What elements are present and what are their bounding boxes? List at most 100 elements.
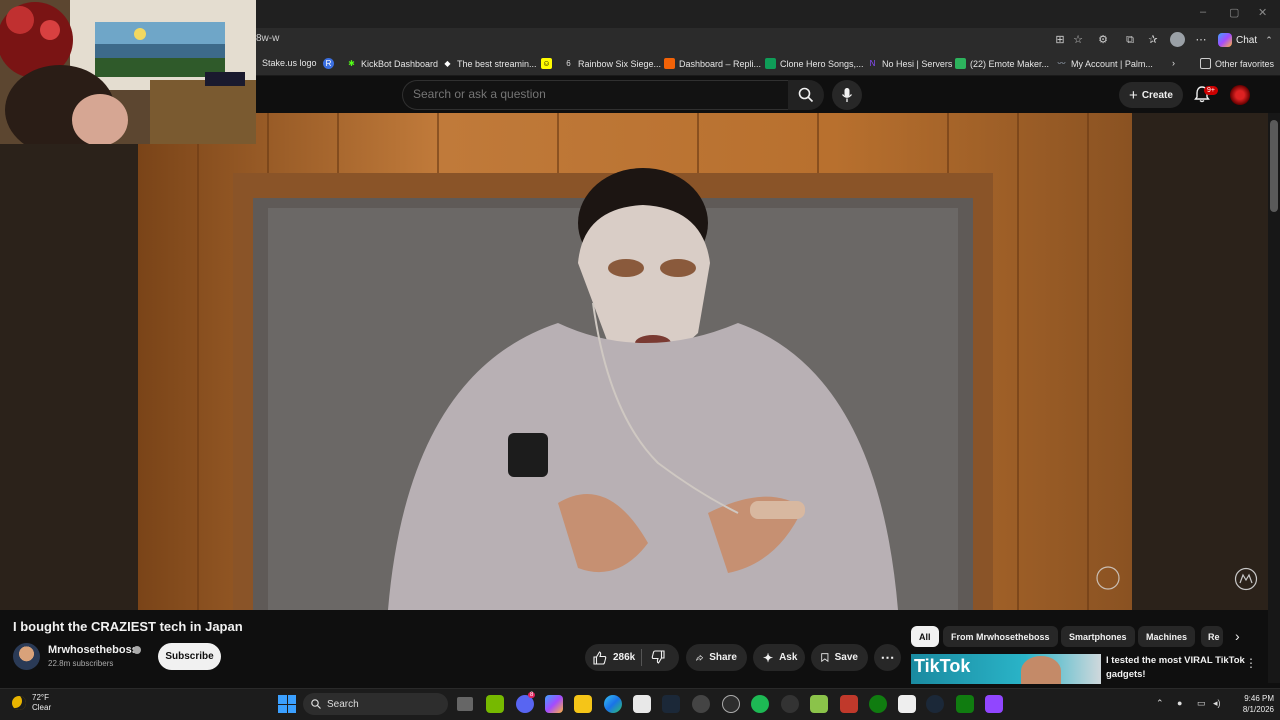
channel-avatar[interactable]	[13, 643, 40, 670]
xbox-icon[interactable]	[869, 695, 887, 713]
xbox-secondary-icon[interactable]	[956, 695, 974, 713]
other-favorites[interactable]: Other favorites	[1200, 58, 1274, 69]
favorite-label: KickBot Dashboard	[361, 58, 439, 69]
microphone-tray-icon[interactable]: ●	[1177, 698, 1182, 708]
steam-icon[interactable]	[662, 695, 680, 713]
taskbar-clock[interactable]: 9:46 PM 8/1/2026	[1226, 693, 1274, 715]
network-icon[interactable]: ▭	[1197, 698, 1206, 709]
bookmark-icon	[821, 653, 829, 663]
copilot-chat-button[interactable]: Chat	[1218, 32, 1257, 48]
account-avatar[interactable]	[1230, 85, 1250, 105]
thumbs-up-icon	[593, 650, 607, 665]
more-horizontal-icon: ⋯	[880, 649, 895, 665]
settings-icon[interactable]	[722, 695, 740, 713]
favorite-item-palm[interactable]: 〰 My Account | Palm...	[1056, 58, 1153, 69]
favorite-star-icon[interactable]: ☆	[1071, 33, 1085, 47]
favorite-item-stake[interactable]: Stake.us logo	[262, 58, 317, 68]
like-button[interactable]: 286k	[593, 644, 635, 671]
steam-secondary-icon[interactable]	[926, 695, 944, 713]
recommendation-title[interactable]: I tested the most VIRAL TikTok gadgets!	[1106, 654, 1246, 682]
channel-watermark-icon[interactable]	[1234, 567, 1258, 591]
favorite-label: No Hesi | Servers	[882, 58, 953, 69]
taskbar-search-label: Search	[327, 698, 359, 710]
search-box[interactable]	[402, 80, 788, 110]
chip-smartphones[interactable]: Smartphones	[1061, 626, 1135, 647]
recommendation-more-icon[interactable]: ⋮	[1245, 656, 1257, 670]
file-explorer-icon[interactable]	[574, 695, 592, 713]
favorite-item-clone-hero[interactable]: Clone Hero Songs,...	[765, 58, 864, 69]
favorite-label: (22) Emote Maker...	[970, 58, 1050, 69]
obs-icon[interactable]	[692, 695, 710, 713]
ask-button[interactable]: ✦ Ask	[753, 644, 805, 671]
maximize-button[interactable]: ▢	[1229, 6, 1239, 19]
palm-icon: 〰	[1057, 59, 1066, 68]
chips-next-chevron-icon[interactable]: ›	[1235, 628, 1240, 644]
weather-text: 72°F Clear	[32, 693, 51, 713]
minimize-button[interactable]: –	[1200, 6, 1206, 18]
store-icon[interactable]	[633, 695, 651, 713]
favorite-item-replit[interactable]: Dashboard – Repli...	[664, 58, 761, 69]
chevron-up-icon[interactable]: ⌃	[1262, 33, 1276, 47]
create-button[interactable]: + Create	[1119, 82, 1183, 108]
channel-name[interactable]: Mrwhosetheboss	[48, 644, 138, 656]
start-button[interactable]	[278, 695, 296, 713]
share-button[interactable]: Share	[686, 644, 747, 671]
share-label: Share	[709, 652, 737, 663]
copilot-app-icon[interactable]	[545, 695, 563, 713]
close-button[interactable]: ✕	[1258, 6, 1267, 19]
diamond-icon: ◆	[444, 59, 451, 68]
favorite-label: Clone Hero Songs,...	[780, 58, 864, 69]
weather-widget[interactable]: 72°F Clear	[12, 693, 51, 713]
more-actions-button[interactable]: ⋯	[874, 644, 901, 671]
tray-overflow-icon[interactable]: ⌃	[1156, 698, 1164, 709]
4k-video-icon[interactable]	[781, 695, 799, 713]
search-icon	[311, 699, 321, 709]
thumbnail-text: TikTok	[914, 656, 971, 676]
task-view-icon[interactable]	[457, 697, 473, 711]
webcam-overlay	[0, 0, 256, 144]
split-screen-icon[interactable]: ⊞	[1053, 33, 1067, 47]
more-menu-icon[interactable]: ⋯	[1194, 33, 1208, 47]
capcut-icon[interactable]	[898, 695, 916, 713]
twitch-icon[interactable]	[985, 695, 1003, 713]
favorites-overflow-chevron-icon[interactable]: ›	[1172, 58, 1175, 68]
url-field[interactable]: 8w-w	[256, 33, 279, 44]
search-button[interactable]	[788, 80, 824, 110]
taskbar-search[interactable]: Search	[303, 693, 448, 715]
video-frame[interactable]	[138, 113, 1132, 610]
favorite-item-kickbot[interactable]: ✱ KickBot Dashboard	[346, 58, 438, 69]
save-button[interactable]: Save	[811, 644, 868, 671]
edge-icon[interactable]	[604, 695, 622, 713]
chip-from-channel[interactable]: From Mrwhosetheboss	[943, 626, 1058, 647]
favorite-item-r[interactable]: R	[323, 58, 334, 69]
spotify-icon[interactable]	[751, 695, 769, 713]
favorite-item-streaming[interactable]: ◆ The best streamin...	[442, 58, 536, 69]
recommendation-thumbnail[interactable]: TikTok	[911, 654, 1101, 684]
collections-icon[interactable]: ⧉	[1123, 33, 1137, 47]
subscribe-button[interactable]: Subscribe	[158, 643, 221, 670]
favorite-item-nohesi[interactable]: N No Hesi | Servers	[867, 58, 953, 69]
favorite-item-snapchat[interactable]: ☺	[541, 58, 552, 69]
chip-all[interactable]: All	[911, 626, 939, 647]
chip-truncated[interactable]: Re	[1201, 626, 1223, 647]
extensions-icon[interactable]: ⚙	[1096, 33, 1110, 47]
weather-condition: Clear	[32, 703, 52, 712]
other-favorites-label: Other favorites	[1215, 58, 1275, 69]
favorites-icon[interactable]: ✰	[1146, 33, 1160, 47]
b-app-icon[interactable]	[810, 695, 828, 713]
nvidia-icon[interactable]	[486, 695, 504, 713]
scrollbar-thumb[interactable]	[1270, 120, 1278, 212]
search-input[interactable]	[413, 87, 773, 101]
chip-machines[interactable]: Machines	[1138, 626, 1196, 647]
favorite-item-emote-maker[interactable]: (22) Emote Maker...	[955, 58, 1049, 69]
voice-search-button[interactable]	[832, 80, 862, 110]
r6-icon: 6	[566, 59, 571, 68]
profile-avatar[interactable]	[1170, 32, 1185, 47]
app-icon[interactable]	[840, 695, 858, 713]
favorite-item-r6[interactable]: 6 Rainbow Six Siege...	[563, 58, 661, 69]
plus-icon: +	[1129, 86, 1138, 104]
volume-icon[interactable]: ◂)	[1213, 698, 1221, 709]
folder-icon	[1200, 58, 1211, 69]
thumbs-down-icon[interactable]	[651, 650, 665, 664]
create-label: Create	[1141, 89, 1173, 101]
